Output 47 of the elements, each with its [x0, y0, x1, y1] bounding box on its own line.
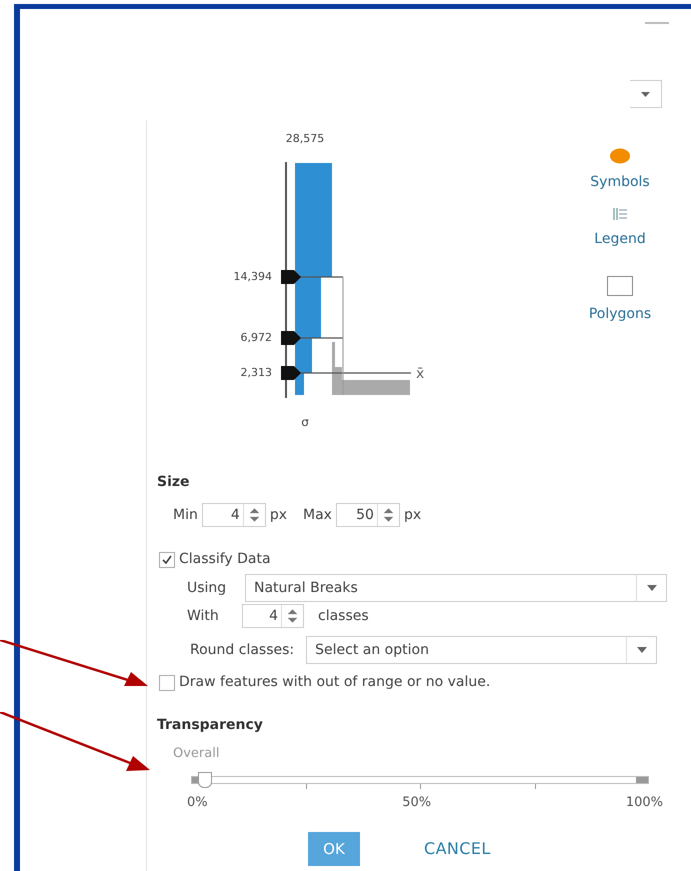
- mean-label: x̄: [416, 365, 424, 384]
- slider-tick: [534, 784, 536, 788]
- field-label: Using: [187, 578, 228, 598]
- number-field[interactable]: 4: [242, 604, 304, 628]
- checkbox[interactable]: [159, 552, 175, 568]
- checkmark-icon: [161, 554, 173, 566]
- unit-label: px: [270, 506, 288, 524]
- select-field[interactable]: Select an option: [306, 636, 657, 664]
- break-handle[interactable]: [281, 331, 301, 345]
- slider-tick: [420, 784, 421, 788]
- field-label: With: [187, 606, 220, 626]
- field-label: Max: [303, 506, 332, 524]
- number-field[interactable]: 4: [202, 503, 266, 527]
- field-label: Round classes:: [190, 640, 294, 660]
- slider-label: Overall: [173, 745, 220, 763]
- caret-icon: [646, 585, 656, 591]
- break-value-label: 14,394: [232, 269, 272, 285]
- circle-icon: [610, 148, 630, 164]
- select-field[interactable]: Natural Breaks: [245, 574, 667, 602]
- slider-thumb[interactable]: [198, 772, 212, 788]
- break-value-label: 2,313: [240, 365, 272, 381]
- tab-label[interactable]: Polygons: [588, 304, 652, 325]
- caret-icon: [641, 92, 650, 96]
- tab-label[interactable]: Symbols: [590, 172, 650, 193]
- sigma-label: σ: [300, 414, 310, 431]
- tab-label[interactable]: Legend: [594, 229, 646, 250]
- checkbox-label: Draw features with out of range or no value.: [179, 673, 490, 692]
- break-handle[interactable]: [281, 270, 301, 284]
- checkbox[interactable]: [159, 674, 175, 690]
- field-label: Min: [173, 506, 198, 524]
- section-title: Transparency: [157, 716, 264, 735]
- max-value-label: 28,575: [284, 131, 326, 147]
- break-handle[interactable]: [281, 366, 301, 380]
- square-icon: [607, 276, 633, 296]
- number-field[interactable]: 50: [336, 503, 400, 527]
- break-value-label: 6,972: [240, 330, 272, 346]
- tick-label: 50%: [402, 794, 432, 812]
- dropdown-arrow-button[interactable]: [630, 80, 662, 108]
- unit-label: px: [404, 506, 422, 524]
- caret-icon: [636, 647, 646, 653]
- tick-label: 0%: [187, 794, 208, 812]
- section-title: Size: [157, 473, 191, 492]
- cancel-button[interactable]: CANCEL: [400, 832, 515, 866]
- list-icon: [613, 207, 627, 221]
- checkbox-label: Classify Data: [179, 550, 271, 569]
- tick-label: 100%: [626, 794, 663, 812]
- unit-label: classes: [318, 606, 369, 626]
